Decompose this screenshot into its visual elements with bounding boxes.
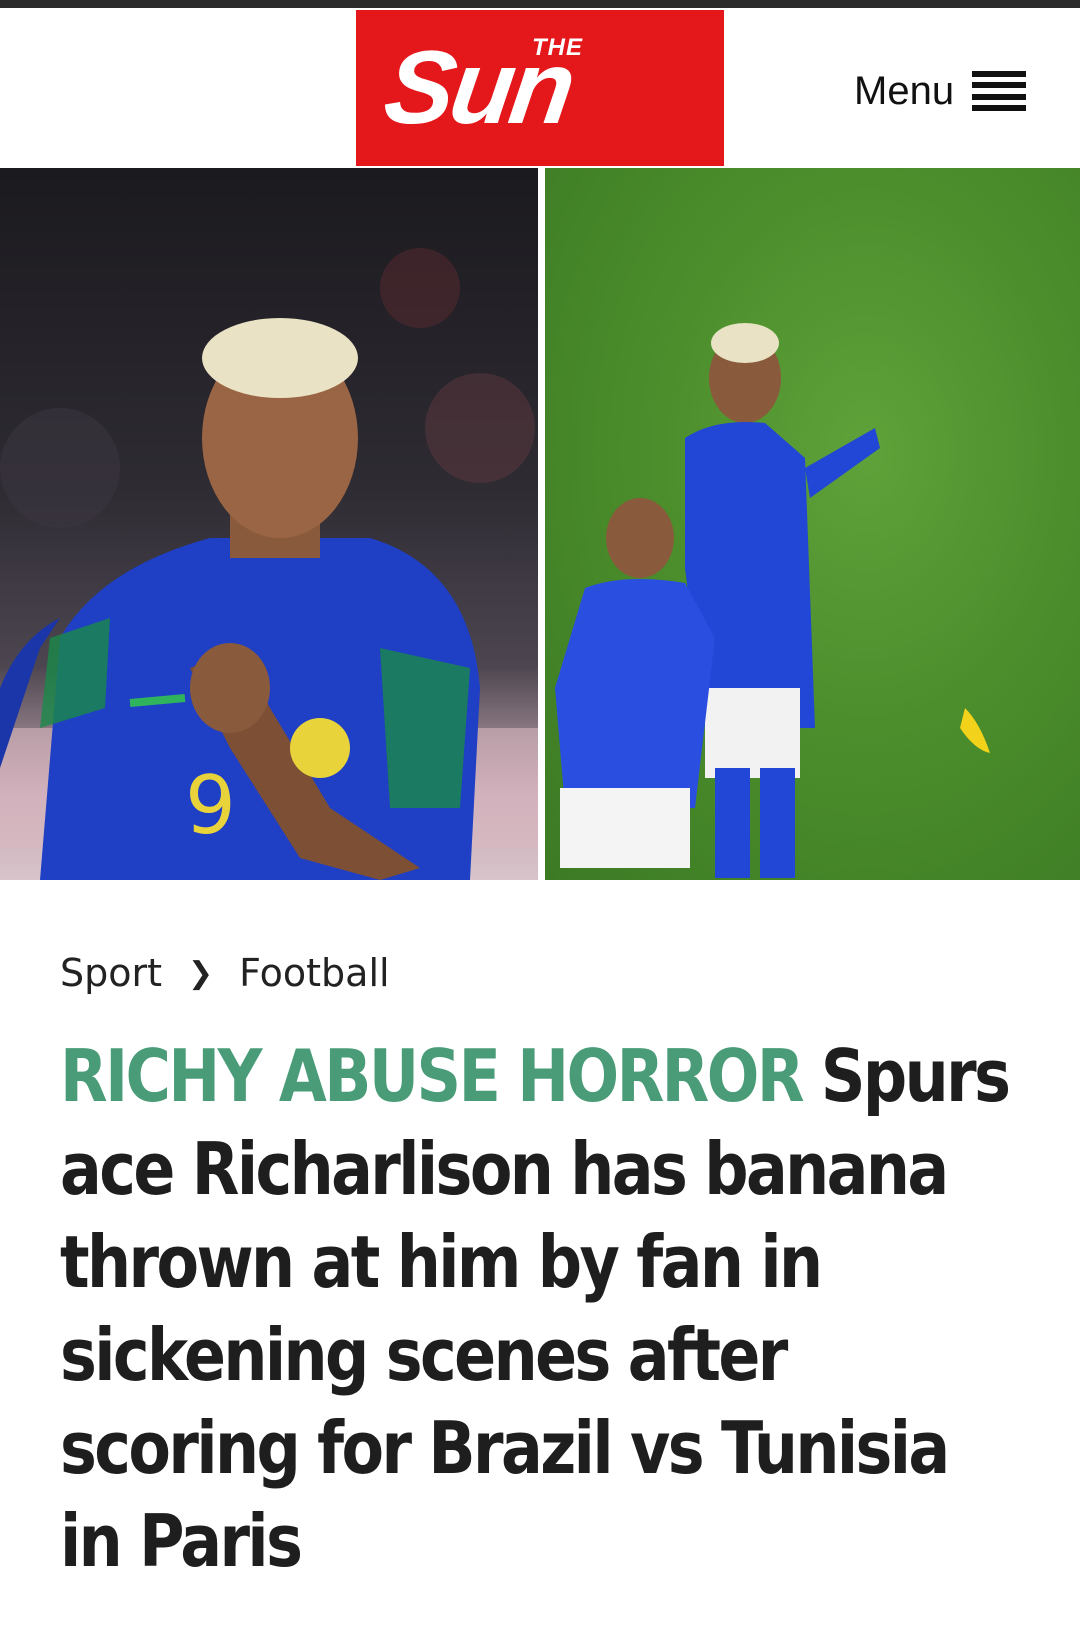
player-celebration-photo: 9 (0, 168, 538, 880)
headline-kicker: RICHY ABUSE HORROR (60, 1034, 805, 1118)
site-header: THE Sun Menu (0, 8, 1080, 166)
breadcrumb: Sport ❯ Football (60, 948, 390, 998)
the-sun-logo[interactable]: THE Sun (356, 10, 724, 166)
menu-label: Menu (854, 69, 955, 113)
logo-sun-text: Sun (377, 30, 579, 146)
menu-button[interactable]: Menu (854, 66, 1027, 116)
banana-incident-photo (545, 168, 1080, 880)
chevron-right-icon: ❯ (188, 955, 214, 991)
top-border (0, 0, 1080, 8)
breadcrumb-sport[interactable]: Sport (60, 951, 162, 995)
article-headline: RICHY ABUSE HORROR Spurs ace Richarlison… (60, 1030, 1015, 1588)
breadcrumb-football[interactable]: Football (239, 951, 389, 995)
hamburger-icon (972, 71, 1027, 111)
hero-image[interactable]: 9 (0, 168, 1080, 880)
svg-text:9: 9 (185, 759, 236, 852)
